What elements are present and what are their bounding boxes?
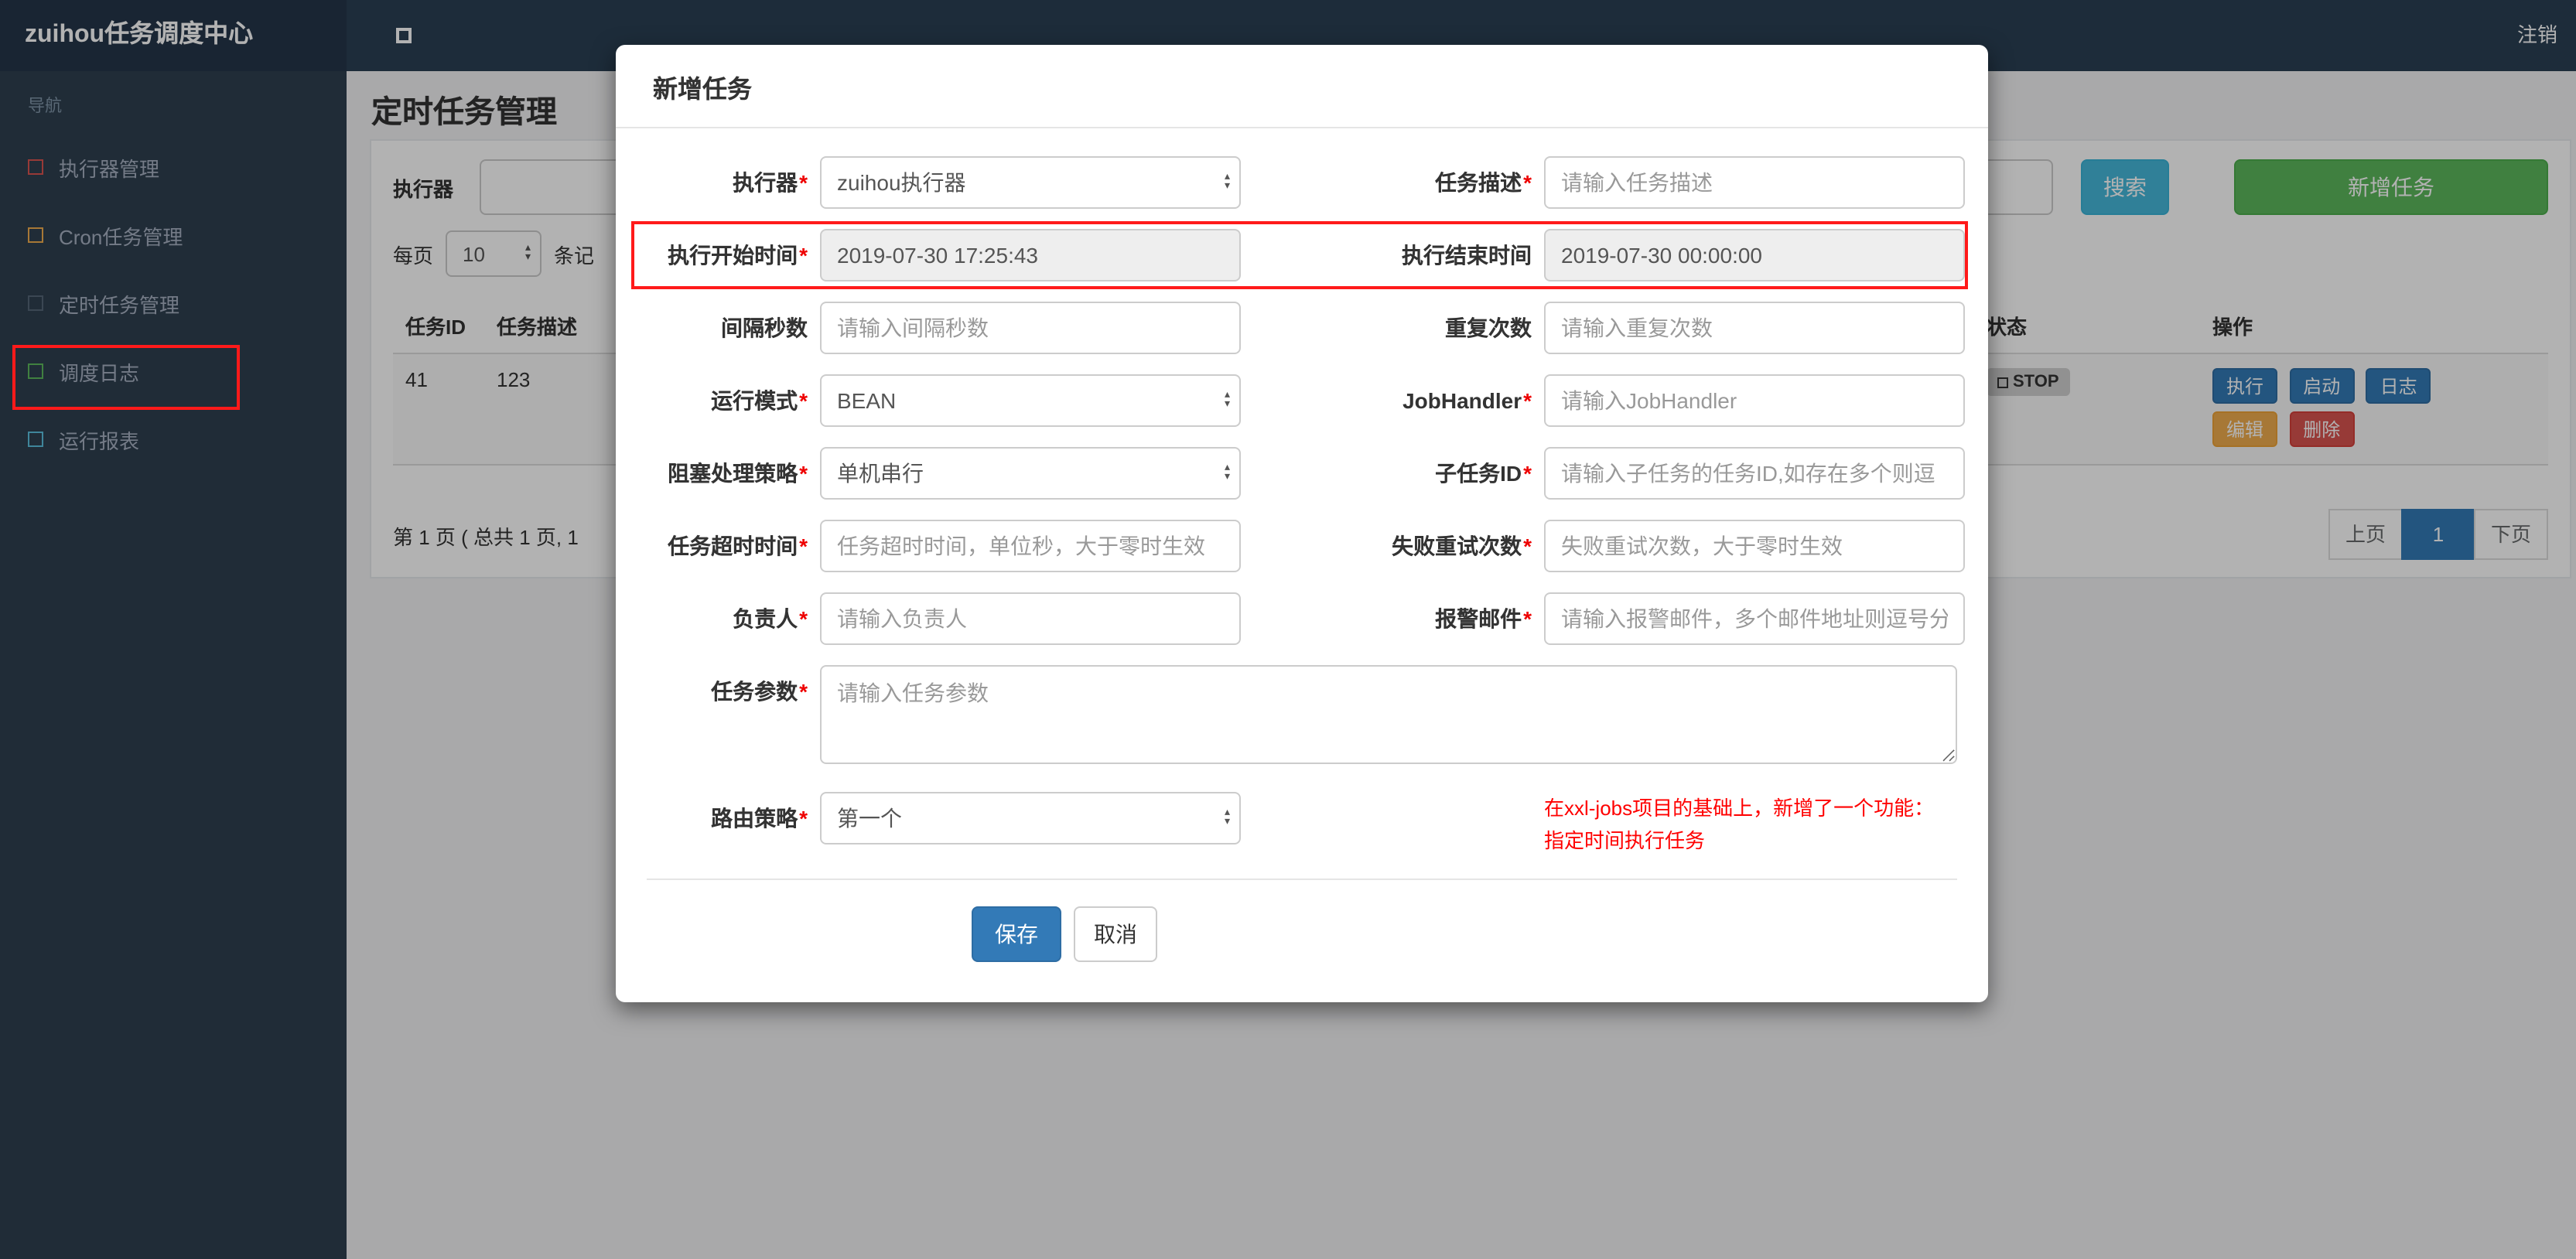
- block-strategy-select[interactable]: 单机串行 ▴ ▾: [820, 447, 1241, 500]
- field-label-child-job: 子任务ID *: [1435, 461, 1532, 486]
- field-label-repeat: 重复次数: [1445, 316, 1532, 340]
- start-time-input[interactable]: [820, 229, 1241, 281]
- field-label-end-time: 执行结束时间: [1402, 243, 1532, 268]
- alarm-email-input[interactable]: [1544, 592, 1965, 645]
- field-label-interval: 间隔秒数: [721, 316, 808, 340]
- interval-input[interactable]: [820, 302, 1241, 354]
- field-label-owner: 负责人 *: [733, 606, 808, 631]
- field-label-task-desc: 任务描述 *: [1435, 170, 1532, 195]
- end-time-input[interactable]: [1544, 229, 1965, 281]
- add-task-modal: 新增任务 执行器* zuihou执行器 ▴▾ 任务描述* 执行开: [616, 45, 1988, 1002]
- field-label-route-strategy: 路由策略 *: [711, 806, 808, 831]
- repeat-input[interactable]: [1544, 302, 1965, 354]
- modal-body: 执行器* zuihou执行器 ▴▾ 任务描述* 执行开始时间*: [616, 128, 1988, 858]
- modal-title: 新增任务: [616, 45, 1988, 128]
- save-button[interactable]: 保存: [972, 906, 1061, 962]
- field-label-executor: 执行器 *: [733, 170, 808, 195]
- feature-note: 在xxl-jobs项目的基础上，新增了一个功能： 指定时间执行任务: [1544, 792, 1957, 858]
- task-params-textarea[interactable]: [820, 665, 1957, 764]
- run-mode-select[interactable]: BEAN ▴ ▾: [820, 374, 1241, 427]
- feature-note-line1: 在xxl-jobs项目的基础上，新增了一个功能：: [1544, 797, 1935, 820]
- field-label-alarm-email: 报警邮件 *: [1435, 606, 1532, 631]
- jobhandler-input[interactable]: [1544, 374, 1965, 427]
- field-label-timeout: 任务超时时间 *: [668, 534, 808, 558]
- child-job-input[interactable]: [1544, 447, 1965, 500]
- feature-note-line2: 指定时间执行任务: [1544, 829, 1706, 853]
- cancel-button[interactable]: 取消: [1074, 906, 1157, 962]
- owner-input[interactable]: [820, 592, 1241, 645]
- modal-footer: 保存 取消: [647, 878, 1957, 1002]
- route-strategy-select[interactable]: 第一个 ▴ ▾: [820, 792, 1241, 844]
- retry-input[interactable]: [1544, 520, 1965, 572]
- timeout-input[interactable]: [820, 520, 1241, 572]
- app-root: zuihou任务调度中心 注销 导航 执行器管理 Cron任务管理 定时任务管理…: [0, 0, 2576, 1259]
- field-label-run-mode: 运行模式 *: [711, 388, 808, 413]
- field-label-params: 任务参数 *: [711, 679, 808, 704]
- task-desc-input[interactable]: [1544, 156, 1965, 209]
- field-label-start-time: 执行开始时间 *: [668, 243, 808, 268]
- field-label-retry: 失败重试次数 *: [1392, 534, 1532, 558]
- field-label-block-strategy: 阻塞处理策略 *: [668, 461, 808, 486]
- executor-select[interactable]: zuihou执行器 ▴ ▾: [820, 156, 1241, 209]
- field-label-jobhandler: JobHandler *: [1402, 388, 1532, 413]
